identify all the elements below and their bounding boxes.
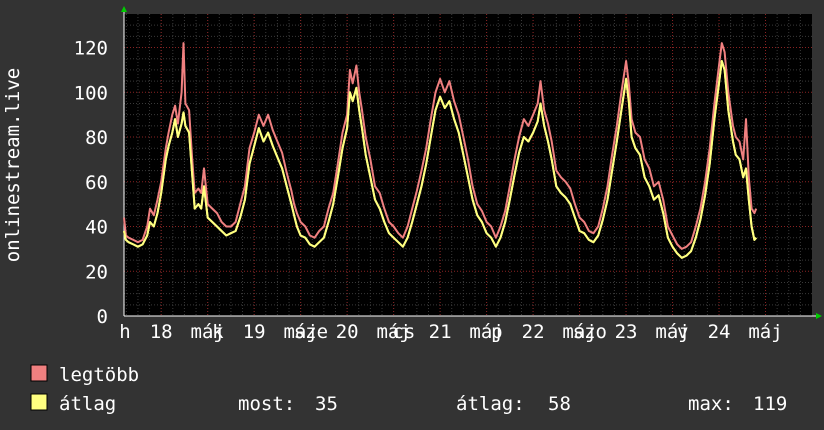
- y-tick-label: 60: [85, 172, 108, 194]
- traffic-chart: 020406080100120 h 18 májk 19 májsze 20 májcs 21…: [0, 0, 824, 430]
- stat-now-value: 35: [315, 393, 338, 415]
- y-tick-label: 40: [85, 217, 108, 239]
- legend-swatch-atlag: [30, 393, 48, 411]
- x-tick-label: v: [677, 321, 688, 343]
- y-tick-label: 80: [85, 127, 108, 149]
- x-tick-label: 22: [522, 321, 545, 343]
- x-tick-label: 21: [429, 321, 452, 343]
- x-tick-label: 18: [150, 321, 173, 343]
- x-tick-label: cs: [392, 321, 415, 343]
- x-tick-label: sze: [294, 321, 328, 343]
- y-tick-label: 100: [74, 82, 108, 104]
- y-tick-label: 120: [74, 38, 108, 60]
- x-tick-label: máj: [748, 321, 782, 343]
- y-tick-label: 0: [97, 306, 108, 328]
- legend-label-atlag: átlag: [59, 393, 116, 415]
- stat-avg-label: átlag:: [456, 393, 525, 415]
- legend-label-legtobb: legtöbb: [59, 364, 139, 386]
- x-tick-label: 23: [615, 321, 638, 343]
- stat-now-label: most:: [238, 393, 295, 415]
- x-tick-label: p: [491, 321, 502, 343]
- x-tick-label: k: [212, 321, 224, 343]
- stat-avg-value: 58: [548, 393, 571, 415]
- legend-swatch-legtobb: [30, 364, 48, 382]
- stat-max-value: 119: [753, 393, 787, 415]
- y-tick-label: 20: [85, 261, 108, 283]
- x-tick-labels: h 18 májk 19 májsze 20 májcs 21 májp 22 májszo 23 má…: [119, 321, 782, 343]
- x-tick-label: 20: [336, 321, 359, 343]
- x-tick-label: h: [119, 321, 130, 343]
- stat-max-label: max:: [688, 393, 734, 415]
- x-tick-label: 24: [708, 321, 731, 343]
- stats-row: most: 35 átlag: 58 max: 119: [238, 393, 787, 415]
- x-tick-label: szo: [573, 321, 607, 343]
- y-axis-label: onlinestream.live: [2, 68, 24, 262]
- x-tick-label: 19: [243, 321, 266, 343]
